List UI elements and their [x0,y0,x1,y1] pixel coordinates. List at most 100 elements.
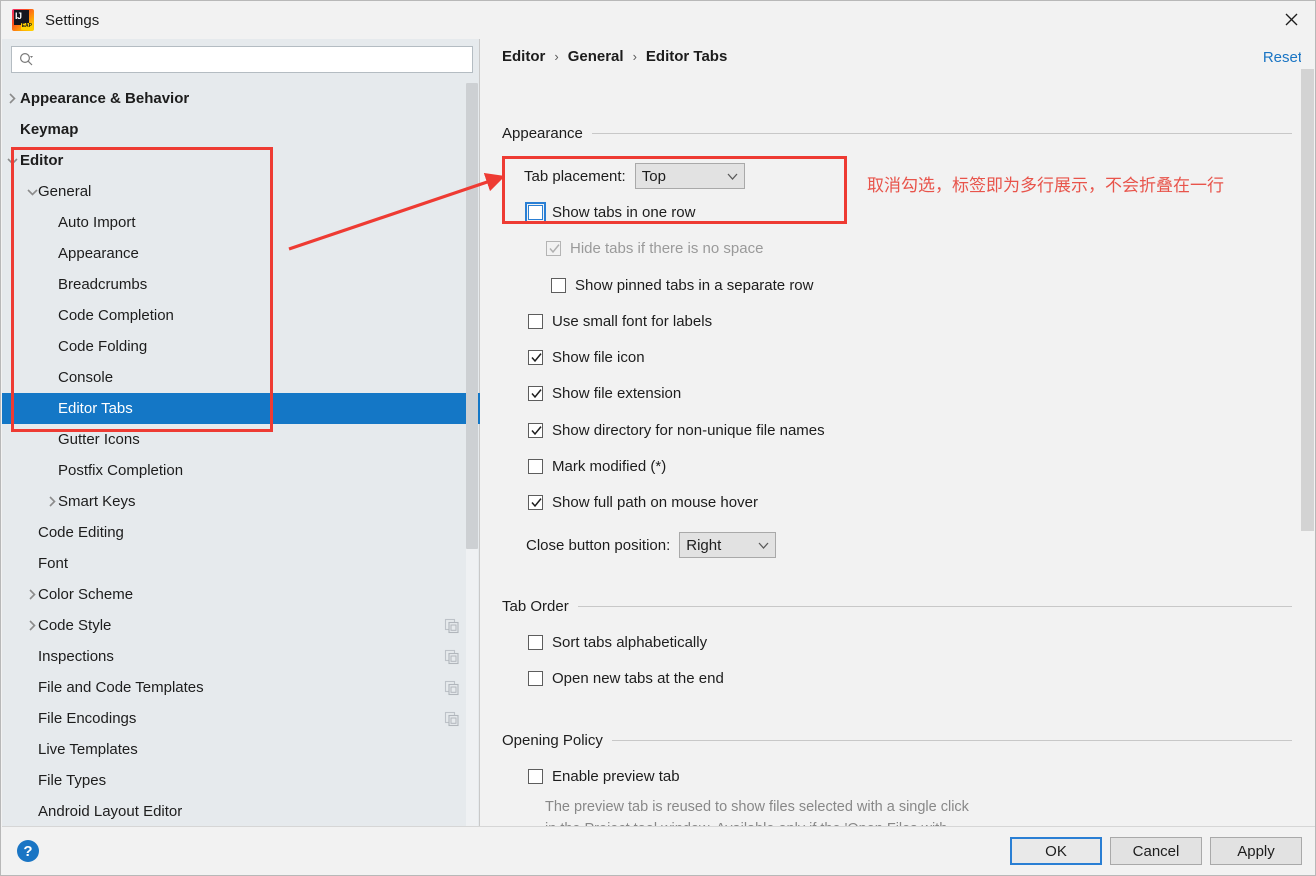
content-scrollbar-thumb[interactable] [1301,69,1314,531]
sidebar-item-editor[interactable]: Editor [2,145,480,176]
sidebar-item-appearance[interactable]: Appearance [2,238,480,269]
section-appearance-title: Appearance [502,125,583,142]
breadcrumb-general[interactable]: General [568,48,624,65]
cancel-button[interactable]: Cancel [1110,837,1202,865]
sidebar-item-editor-tabs[interactable]: Editor Tabs [2,393,480,424]
sidebar-item-inspections[interactable]: Inspections [2,641,480,672]
sidebar-item-label: File Types [38,772,107,789]
checkbox-show-file-icon[interactable]: Show file icon [528,348,645,367]
checkbox-box[interactable] [525,202,546,223]
tab-placement-select[interactable]: Top [634,163,745,189]
settings-tree: Appearance & Behavior Keymap Editor General… [2,83,480,827]
sidebar-item-label: File Encodings [38,710,137,727]
chevron-right-icon[interactable] [24,587,40,603]
sidebar-item-breadcrumbs[interactable]: Breadcrumbs [2,269,480,300]
checkbox-box[interactable] [551,278,566,293]
search-field[interactable] [11,46,473,73]
sidebar-item-color-scheme[interactable]: Color Scheme [2,579,480,610]
sidebar-scrollbar-thumb[interactable] [466,83,478,549]
checkbox-hide-tabs-no-space: Hide tabs if there is no space [546,239,763,258]
sidebar-item-label: Auto Import [58,214,136,231]
checkbox-show-file-extension[interactable]: Show file extension [528,384,681,403]
checkbox-label: Show directory for non-unique file names [552,422,825,439]
sidebar-item-auto-import[interactable]: Auto Import [2,207,480,238]
section-appearance-header: Appearance [502,125,1292,142]
close-icon[interactable] [1268,1,1315,38]
sidebar-item-gutter-icons[interactable]: Gutter Icons [2,424,480,455]
sidebar-item-label: Editor Tabs [58,400,133,417]
sidebar-item-live-templates[interactable]: Live Templates [2,734,480,765]
chevron-right-icon[interactable] [24,618,40,634]
checkbox-label: Use small font for labels [552,313,713,330]
checkbox-sort-tabs-alphabetically[interactable]: Sort tabs alphabetically [528,633,707,652]
section-divider [611,740,1292,741]
checkbox-box[interactable] [528,386,543,401]
copy-settings-icon[interactable] [444,680,460,696]
tab-placement-row: Tab placement: Top [524,163,745,189]
sidebar-item-smart-keys[interactable]: Smart Keys [2,486,480,517]
ok-button[interactable]: OK [1010,837,1102,865]
sidebar-item-label: File and Code Templates [38,679,204,696]
sidebar-item-postfix-completion[interactable]: Postfix Completion [2,455,480,486]
help-icon[interactable]: ? [17,840,39,862]
section-tab-order-title: Tab Order [502,598,569,615]
sidebar-item-file-and-code-templates[interactable]: File and Code Templates [2,672,480,703]
sidebar-item-label: Gutter Icons [58,431,140,448]
breadcrumb-editor[interactable]: Editor [502,48,545,65]
apply-button[interactable]: Apply [1210,837,1302,865]
chevron-right-icon[interactable] [4,91,20,107]
copy-settings-icon[interactable] [444,618,460,634]
sidebar-item-code-style[interactable]: Code Style [2,610,480,641]
close-button-position-label: Close button position: [526,536,671,554]
copy-settings-icon[interactable] [444,649,460,665]
checkbox-box[interactable] [528,314,543,329]
checkbox-box[interactable] [528,459,543,474]
sidebar-item-file-types[interactable]: File Types [2,765,480,796]
sidebar-item-code-folding[interactable]: Code Folding [2,331,480,362]
sidebar-item-code-completion[interactable]: Code Completion [2,300,480,331]
chevron-down-icon[interactable] [4,153,20,169]
sidebar-item-label: Appearance & Behavior [20,90,190,107]
sidebar-item-appearance-behavior[interactable]: Appearance & Behavior [2,83,480,114]
search-input[interactable] [38,48,472,71]
tab-placement-value: Top [641,167,666,185]
checkbox-box[interactable] [528,350,543,365]
checkbox-show-tabs-one-row[interactable]: Show tabs in one row [525,202,696,223]
section-divider [591,133,1292,134]
section-opening-policy-header: Opening Policy [502,732,1292,749]
checkbox-box[interactable] [528,495,543,510]
checkbox-enable-preview-tab[interactable]: Enable preview tab [528,767,680,786]
checkbox-label: Hide tabs if there is no space [570,240,764,257]
chevron-right-icon[interactable] [44,494,60,510]
copy-settings-icon[interactable] [444,711,460,727]
checkbox-show-pinned-separate-row[interactable]: Show pinned tabs in a separate row [551,276,813,295]
chevron-down-icon[interactable] [24,184,40,200]
checkbox-box[interactable] [528,769,543,784]
checkbox-box[interactable] [528,671,543,686]
checkbox-label: Show tabs in one row [552,204,696,221]
sidebar-item-file-encodings[interactable]: File Encodings [2,703,480,734]
checkbox-mark-modified[interactable]: Mark modified (*) [528,457,666,476]
sidebar-item-keymap[interactable]: Keymap [2,114,480,145]
sidebar-item-console[interactable]: Console [2,362,480,393]
sidebar-item-label: Code Completion [58,307,174,324]
sidebar-item-android-layout-editor[interactable]: Android Layout Editor [2,796,480,827]
sidebar-item-label: General [38,183,92,200]
sidebar-item-label: Color Scheme [38,586,134,603]
checkbox-open-new-tabs-at-end[interactable]: Open new tabs at the end [528,669,724,688]
checkbox-label: Open new tabs at the end [552,670,724,687]
sidebar-item-label: Breadcrumbs [58,276,148,293]
checkbox-show-full-path-hover[interactable]: Show full path on mouse hover [528,493,758,512]
checkbox-box[interactable] [528,423,543,438]
breadcrumb-editor-tabs: Editor Tabs [645,48,728,65]
sidebar-item-general[interactable]: General [2,176,480,207]
checkbox-label: Show file icon [552,349,645,366]
checkbox-show-directory-nonunique[interactable]: Show directory for non-unique file names [528,421,825,440]
reset-link[interactable]: Reset [1263,49,1302,66]
sidebar-item-font[interactable]: Font [2,548,480,579]
close-button-position-select[interactable]: Right [679,532,777,558]
sidebar-item-code-editing[interactable]: Code Editing [2,517,480,548]
checkbox-use-small-font[interactable]: Use small font for labels [528,312,712,331]
checkbox-box[interactable] [528,635,543,650]
sidebar-item-label: Live Templates [38,741,138,758]
